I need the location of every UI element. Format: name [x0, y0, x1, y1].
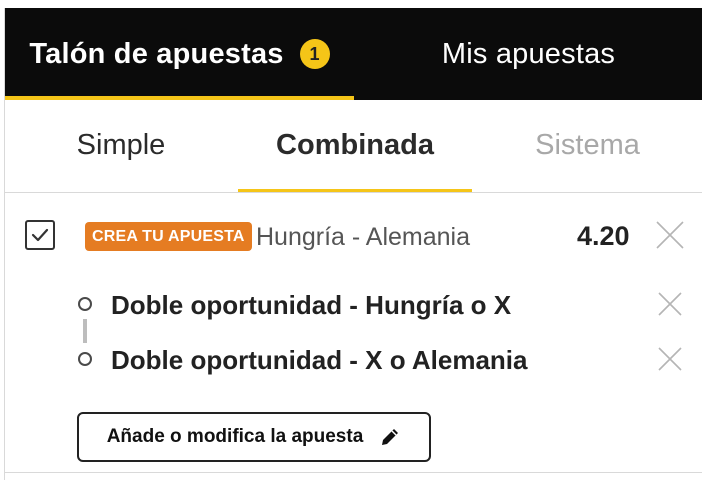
bet-slip-header: Talón de apuestas 1 Mis apuestas — [5, 8, 702, 100]
betslip-count-badge: 1 — [299, 39, 330, 69]
selection-connector — [83, 319, 87, 343]
bet-type-tabs: Simple Combinada Sistema — [5, 100, 702, 193]
remove-bet-icon[interactable] — [655, 220, 685, 250]
checkmark-icon — [31, 228, 49, 242]
bet-slip-panel: Talón de apuestas 1 Mis apuestas Simple … — [4, 8, 702, 480]
divider — [5, 472, 702, 473]
tab-simple[interactable]: Simple — [5, 100, 237, 190]
remove-selection-icon[interactable] — [657, 346, 687, 376]
bet-odds: 4.20 — [577, 220, 630, 251]
tab-my-bets-label: Mis apuestas — [441, 37, 616, 70]
remove-selection-icon[interactable] — [657, 291, 687, 321]
tab-betslip-label: Talón de apuestas — [29, 37, 284, 70]
selection-dot-icon — [78, 297, 92, 311]
bet-item: CREA TU APUESTA Hungría - Alemania 4.20 … — [5, 193, 702, 473]
pencil-icon — [379, 426, 401, 448]
tab-sistema[interactable]: Sistema — [472, 100, 702, 190]
match-name: Hungría - Alemania — [256, 222, 471, 251]
tab-my-bets[interactable]: Mis apuestas — [354, 8, 702, 100]
tab-combinada[interactable]: Combinada — [238, 100, 472, 192]
tab-betslip[interactable]: Talón de apuestas 1 — [5, 8, 354, 100]
selection-label: Doble oportunidad - X o Alemania — [111, 344, 528, 375]
selection-dot-icon — [78, 352, 92, 366]
crea-tu-apuesta-badge: CREA TU APUESTA — [85, 222, 252, 251]
selection-label: Doble oportunidad - Hungría o X — [111, 289, 512, 320]
bet-checkbox[interactable] — [25, 220, 55, 250]
modify-bet-button-label: Añade o modifica la apuesta — [106, 426, 364, 447]
modify-bet-button[interactable]: Añade o modifica la apuesta — [77, 412, 431, 462]
